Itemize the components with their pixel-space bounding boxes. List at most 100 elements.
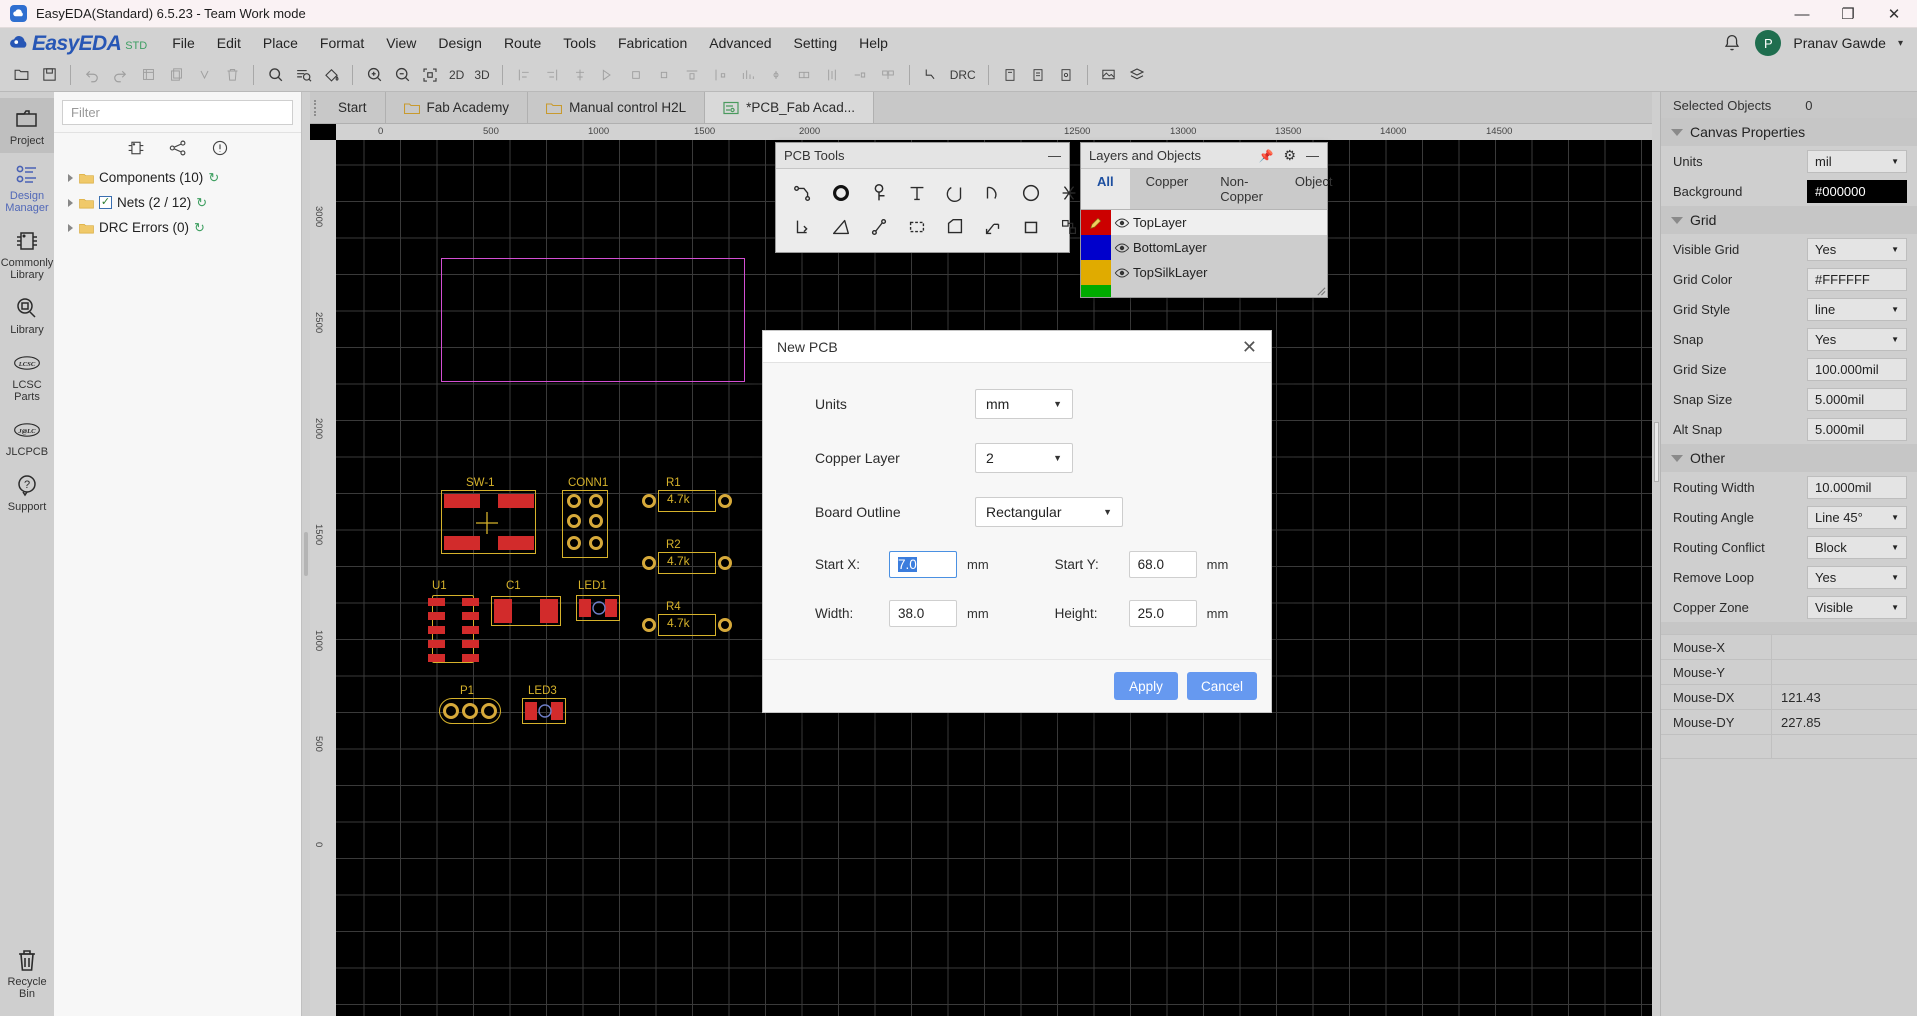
drc-button[interactable]: DRC (946, 62, 980, 88)
tree-item-drc-errors[interactable]: DRC Errors (0) ↻ (68, 215, 301, 240)
menu-tools[interactable]: Tools (552, 32, 607, 54)
collapse-triangle-icon[interactable] (1671, 128, 1683, 136)
sidebar-item-jlcpcb[interactable]: J@LC JLCPCB (0, 409, 54, 464)
refresh-icon[interactable]: ↻ (208, 170, 219, 186)
pad-ring[interactable] (443, 703, 459, 719)
layer-visibility-icon[interactable] (1111, 242, 1133, 254)
user-name[interactable]: Pranav Gawde (1793, 35, 1886, 51)
route-icon[interactable] (918, 62, 944, 88)
arc-icon[interactable] (974, 176, 1012, 210)
routing-angle-select[interactable]: Line 45° ▼ (1807, 505, 1907, 529)
zoom-out-icon[interactable] (389, 62, 415, 88)
delete-icon[interactable] (219, 62, 245, 88)
layer-color-swatch[interactable] (1081, 210, 1111, 235)
union-icon[interactable] (875, 62, 901, 88)
dimension-icon[interactable] (974, 210, 1012, 244)
solid-region-icon[interactable] (898, 210, 936, 244)
menu-advanced[interactable]: Advanced (698, 32, 782, 54)
height-input[interactable]: 25.0 (1128, 600, 1197, 627)
pad-icon[interactable] (822, 176, 860, 210)
units-select[interactable]: mm ▼ (975, 389, 1073, 419)
text-icon[interactable] (898, 176, 936, 210)
fill-icon[interactable] (318, 62, 344, 88)
board-outline-select[interactable]: Rectangular ▼ (975, 497, 1123, 527)
refresh-icon[interactable]: ↻ (194, 220, 205, 236)
sidebar-item-project[interactable]: Project (0, 98, 54, 153)
protractor-icon[interactable] (822, 210, 860, 244)
pad[interactable] (428, 612, 445, 620)
pad-ring[interactable] (718, 494, 732, 508)
via-pad[interactable] (567, 514, 581, 528)
tab-copper[interactable]: Copper (1130, 169, 1205, 209)
via-pad[interactable] (589, 536, 603, 550)
align-center-h-icon[interactable] (567, 62, 593, 88)
grid-style-select[interactable]: line ▼ (1807, 297, 1907, 321)
polygon-icon[interactable] (936, 210, 974, 244)
pcb-tools-header[interactable]: PCB Tools — (776, 143, 1069, 169)
align-middle-v-icon[interactable] (679, 62, 705, 88)
tab-non-copper[interactable]: Non-Copper (1204, 169, 1279, 209)
pad-ring[interactable] (481, 703, 497, 719)
filter-input[interactable]: Filter (62, 100, 293, 125)
remove-loop-select[interactable]: Yes ▼ (1807, 565, 1907, 589)
background-color-field[interactable]: #000000 (1807, 179, 1907, 203)
gerber-icon[interactable] (997, 62, 1023, 88)
paste-icon[interactable] (191, 62, 217, 88)
close-icon[interactable]: ✕ (1242, 338, 1257, 356)
start-y-input[interactable]: 68.0 (1128, 551, 1197, 578)
tab-fab-academy[interactable]: Fab Academy (386, 92, 529, 123)
user-menu-caret-icon[interactable]: ▾ (1898, 38, 1903, 49)
resize-grip-icon[interactable] (1315, 285, 1326, 296)
nets-icon[interactable] (168, 139, 188, 159)
pad[interactable] (579, 599, 591, 617)
refresh-icon[interactable]: ↻ (196, 195, 207, 211)
tab-all[interactable]: All (1081, 169, 1130, 209)
via-icon[interactable] (860, 176, 898, 210)
pad[interactable] (428, 640, 445, 648)
layer-color-swatch[interactable] (1081, 260, 1111, 285)
layer-row-bottomlayer[interactable]: BottomLayer (1081, 235, 1327, 260)
layers-panel-header[interactable]: Layers and Objects 📌 ⚙ — (1081, 143, 1327, 169)
layer-row-toplayer[interactable]: TopLayer (1081, 210, 1327, 235)
collapse-triangle-icon[interactable] (1671, 216, 1683, 224)
minimize-icon[interactable]: — (1306, 148, 1319, 163)
tree-item-nets[interactable]: ✓ Nets (2 / 12) ↻ (68, 190, 301, 215)
sidebar-item-lcsc-parts[interactable]: LCSC LCSC Parts (0, 342, 54, 409)
pad[interactable] (444, 494, 480, 508)
align-top-icon[interactable] (623, 62, 649, 88)
group-icon[interactable] (791, 62, 817, 88)
copy-icon[interactable] (163, 62, 189, 88)
units-select[interactable]: mil ▼ (1807, 149, 1907, 173)
pad[interactable] (462, 654, 479, 662)
tab-pcb-fab-academy[interactable]: *PCB_Fab Acad... (705, 92, 874, 123)
components-icon[interactable] (126, 139, 146, 159)
close-button[interactable]: ✕ (1871, 0, 1917, 28)
sidebar-item-commonly-library[interactable]: Commonly Library (0, 220, 54, 287)
pad-ring[interactable] (642, 494, 656, 508)
align-right-icon[interactable] (539, 62, 565, 88)
view-3d-button[interactable]: 3D (470, 62, 493, 88)
menu-format[interactable]: Format (309, 32, 375, 54)
via-pad[interactable] (589, 514, 603, 528)
routing-conflict-select[interactable]: Block ▼ (1807, 535, 1907, 559)
sidebar-item-design-manager[interactable]: Design Manager (0, 153, 54, 220)
grid-size-field[interactable]: 100.000mil (1807, 357, 1907, 381)
pin-icon[interactable]: 📌 (1258, 149, 1273, 163)
section-other[interactable]: Other (1661, 444, 1917, 472)
pad[interactable] (428, 654, 445, 662)
rect-icon[interactable] (1012, 210, 1050, 244)
search-icon[interactable] (262, 62, 288, 88)
pad[interactable] (428, 626, 445, 634)
layer-color-swatch[interactable] (1081, 285, 1111, 297)
minimize-button[interactable]: — (1779, 0, 1825, 28)
pad[interactable] (525, 702, 537, 720)
via-pad[interactable] (589, 494, 603, 508)
collapse-triangle-icon[interactable] (1671, 454, 1683, 462)
menu-view[interactable]: View (375, 32, 427, 54)
pcb-canvas[interactable]: 0 500 1000 1500 2000 12500 13000 13500 1… (310, 124, 1652, 1016)
tab-manual-control-h2l[interactable]: Manual control H2L (528, 92, 706, 123)
tab-start[interactable]: Start (320, 92, 386, 123)
pad-ring[interactable] (718, 618, 732, 632)
pick-place-icon[interactable] (1053, 62, 1079, 88)
pad-ring[interactable] (642, 618, 656, 632)
